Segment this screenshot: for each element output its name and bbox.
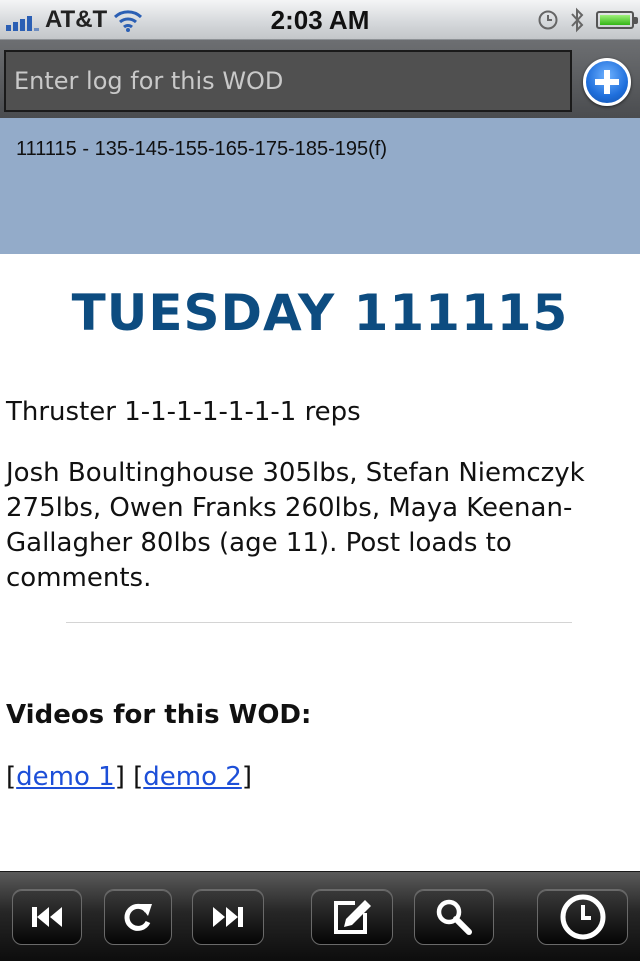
log-history-entry[interactable]: 111115 - 135-145-155-165-175-185-195(f) (16, 138, 387, 161)
demo-1-link[interactable]: demo 1 (16, 762, 115, 792)
bracket-close: ] (114, 762, 134, 792)
log-history-panel: 111115 - 135-145-155-165-175-185-195(f) (0, 118, 640, 254)
rewind-icon (32, 907, 62, 927)
wod-content: TUESDAY 111115 Thruster 1-1-1-1-1-1-1 re… (0, 254, 640, 871)
fast-forward-icon (213, 907, 243, 927)
add-log-button[interactable] (583, 58, 631, 106)
log-entry-bar (0, 40, 640, 118)
reload-button[interactable] (104, 889, 172, 945)
battery-icon (596, 11, 638, 29)
next-wod-button[interactable] (192, 889, 264, 945)
videos-heading: Videos for this WOD: (6, 700, 312, 730)
previous-wod-button[interactable] (12, 889, 82, 945)
demo-2-link[interactable]: demo 2 (143, 762, 242, 792)
compose-icon (334, 900, 371, 934)
page-title: TUESDAY 111115 (71, 284, 569, 342)
alarm-clock-icon (538, 10, 558, 30)
status-bar: AT&T 2:03 AM (0, 0, 640, 40)
bracket-close: ] (241, 762, 252, 792)
wod-movement: Thruster 1-1-1-1-1-1-1 reps (6, 397, 361, 427)
divider (66, 622, 572, 623)
search-button[interactable] (414, 889, 494, 945)
wod-description: Josh Boultinghouse 305lbs, Stefan Niemcz… (6, 458, 585, 593)
refresh-icon (124, 903, 152, 931)
video-links: [demo 1] [demo 2] (6, 762, 252, 792)
bracket-open: [ (6, 762, 17, 792)
bluetooth-icon (571, 7, 584, 33)
timer-button[interactable] (537, 889, 628, 945)
status-right (538, 0, 638, 40)
clock-icon (560, 894, 605, 940)
compose-button[interactable] (311, 889, 393, 945)
bracket-open: [ (133, 762, 144, 792)
log-input[interactable] (4, 50, 572, 112)
plus-icon (595, 70, 619, 94)
bottom-toolbar (0, 871, 640, 961)
search-icon (436, 899, 472, 935)
battery-level (600, 15, 630, 25)
